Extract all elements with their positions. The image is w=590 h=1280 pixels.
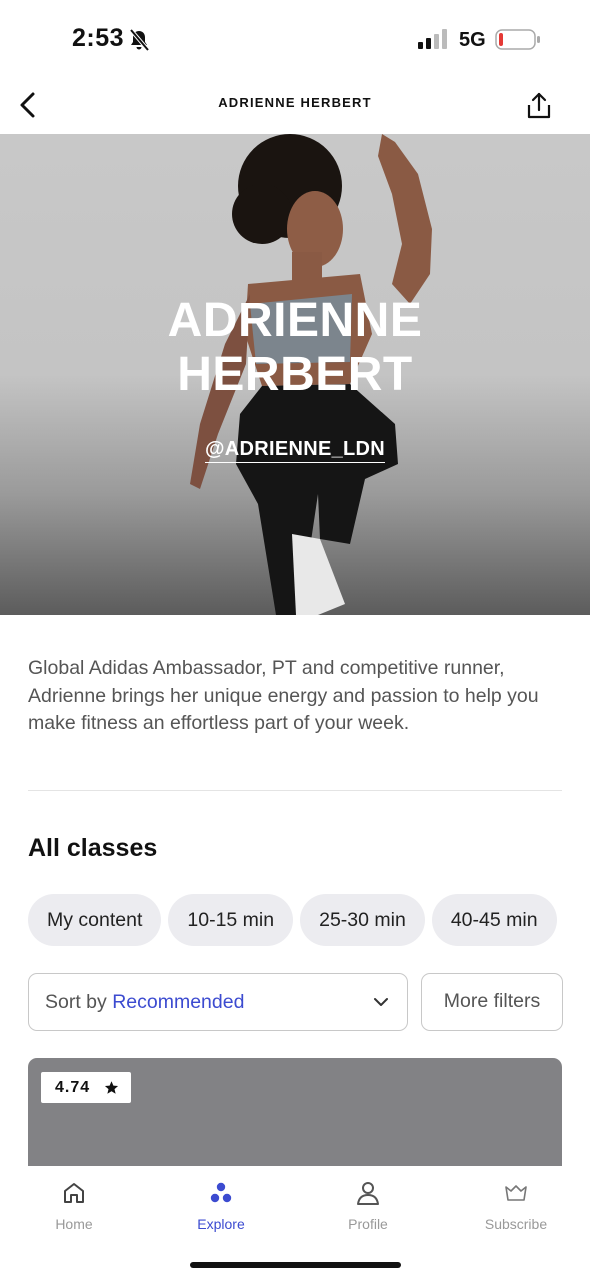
rating-badge: 4.74 bbox=[41, 1072, 131, 1103]
rating-value: 4.74 bbox=[55, 1079, 91, 1096]
network-label: 5G bbox=[459, 29, 486, 51]
divider bbox=[28, 790, 562, 791]
explore-icon bbox=[210, 1182, 232, 1203]
hero-name-line1: ADRIENNE bbox=[167, 294, 423, 347]
tab-subscribe-label: Subscribe bbox=[484, 1216, 548, 1232]
sort-label: Sort by Recommended bbox=[45, 991, 244, 1014]
status-bar: 2:53 5G bbox=[0, 0, 590, 80]
sort-prefix: Sort by bbox=[45, 991, 107, 1013]
bell-muted-icon bbox=[129, 28, 150, 52]
tab-profile[interactable]: Profile bbox=[313, 1166, 423, 1236]
filter-chip-row[interactable]: My content 10-15 min 25-30 min 40-45 min bbox=[28, 894, 562, 946]
hero-handle-link[interactable]: @ADRIENNE_LDN bbox=[204, 438, 386, 463]
bio-text: Global Adidas Ambassador, PT and competi… bbox=[28, 657, 539, 734]
tab-profile-label: Profile bbox=[348, 1216, 388, 1232]
section-title: All classes bbox=[28, 834, 158, 862]
status-time: 2:53 bbox=[72, 24, 125, 52]
tab-explore[interactable]: Explore bbox=[166, 1166, 276, 1236]
hero-banner: ADRIENNE HERBERT @ADRIENNE_LDN bbox=[0, 134, 590, 615]
nav-title: ADRIENNE HERBERT bbox=[218, 95, 372, 110]
more-filters-button[interactable]: More filters bbox=[421, 973, 563, 1031]
home-icon bbox=[64, 1183, 84, 1203]
chip-25-30-min[interactable]: 25-30 min bbox=[300, 894, 425, 946]
signal-icon bbox=[418, 29, 447, 49]
chip-my-content[interactable]: My content bbox=[28, 894, 162, 946]
nav-bar: ADRIENNE HERBERT bbox=[0, 80, 590, 134]
tab-home[interactable]: Home bbox=[19, 1166, 129, 1236]
share-icon bbox=[527, 92, 551, 119]
hero-handle[interactable]: @ADRIENNE_LDN bbox=[0, 438, 590, 463]
subscribe-icon bbox=[505, 1185, 527, 1201]
chip-10-15-min[interactable]: 10-15 min bbox=[168, 894, 294, 946]
tab-home-label: Home bbox=[55, 1216, 93, 1232]
sort-dropdown[interactable]: Sort by Recommended bbox=[28, 973, 408, 1031]
profile-icon bbox=[357, 1182, 379, 1205]
hero-name: ADRIENNE HERBERT bbox=[0, 294, 590, 402]
home-indicator bbox=[190, 1262, 401, 1268]
hero-name-line2: HERBERT bbox=[177, 348, 413, 401]
battery-icon bbox=[495, 29, 540, 50]
tab-bar: Home Explore Profile Subscribe bbox=[0, 1166, 590, 1280]
sort-value: Recommended bbox=[112, 991, 245, 1013]
star-icon bbox=[104, 1081, 119, 1094]
tab-explore-label: Explore bbox=[197, 1216, 245, 1232]
share-button[interactable] bbox=[524, 90, 554, 122]
tab-subscribe[interactable]: Subscribe bbox=[461, 1166, 571, 1236]
chip-40-45-min[interactable]: 40-45 min bbox=[431, 894, 557, 946]
chevron-down-icon bbox=[374, 998, 388, 1006]
